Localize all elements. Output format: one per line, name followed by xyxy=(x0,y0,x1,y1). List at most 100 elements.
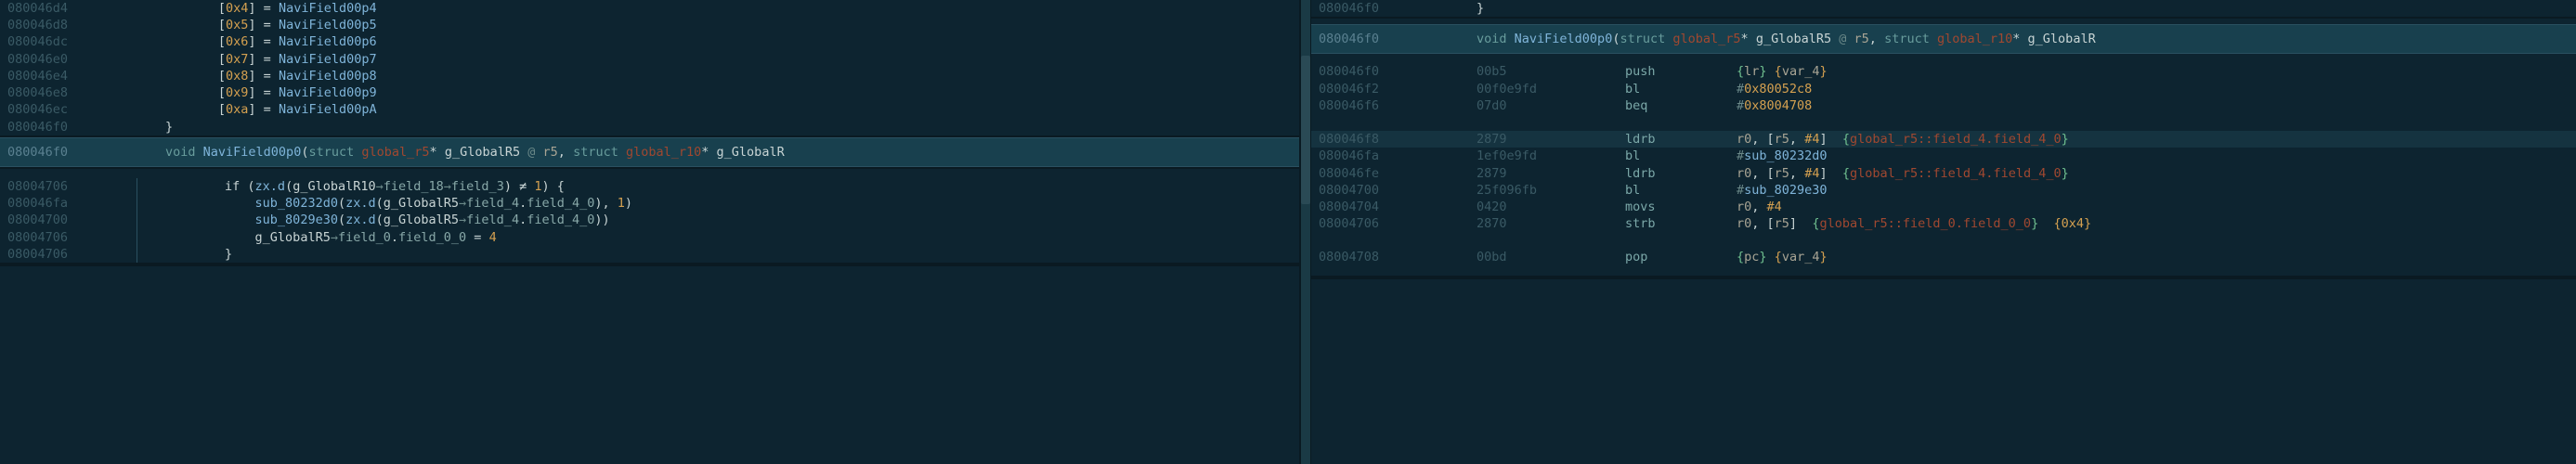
code-token: 1 xyxy=(618,195,625,212)
disasm-line[interactable]: 080047040420movsr0, #4 xyxy=(1311,199,2576,215)
code-line[interactable]: 080046dc [0x6] = NaviField00p6 xyxy=(0,33,1299,50)
param-name[interactable]: g_GlobalR5 xyxy=(1756,31,1831,47)
disasm-line[interactable]: 0800470800bdpop{pc} {var_4} xyxy=(1311,249,2576,265)
operand-token: . xyxy=(1956,215,1963,232)
operand-token xyxy=(2038,215,2053,232)
param-name[interactable]: g_GlobalR5 xyxy=(445,144,520,161)
mnemonic: pop xyxy=(1625,249,1737,265)
address: 080046fe xyxy=(1319,165,1449,182)
instruction-bytes: 2879 xyxy=(1477,131,1625,148)
symbol-ref[interactable]: NaviField00p8 xyxy=(279,68,377,84)
vertical-scrollbar[interactable] xyxy=(1300,0,1311,464)
mnemonic: bl xyxy=(1625,148,1737,164)
code-line[interactable]: 080046f0 } xyxy=(1311,0,2576,17)
code-token: → xyxy=(376,178,384,195)
function-name[interactable]: NaviField00p0 xyxy=(203,144,302,161)
code-line[interactable]: 080046ec [0xa] = NaviField00pA xyxy=(0,101,1299,118)
disasm-line[interactable]: 080046f82879ldrbr0, [r5, #4] {global_r5:… xyxy=(1311,131,2576,148)
operand-token: # xyxy=(1737,81,1744,97)
operand-token: , [ xyxy=(1751,165,1774,182)
address: 080046d8 xyxy=(7,17,137,33)
instruction-bytes: 2870 xyxy=(1477,215,1625,232)
code-token: ( xyxy=(338,212,345,228)
address: 08004700 xyxy=(7,212,137,228)
code-token: 4 xyxy=(489,229,497,246)
code-line[interactable]: 08004706 if (zx.d(g_GlobalR10→field_18→f… xyxy=(0,169,1299,195)
array-index: 0x7 xyxy=(226,51,248,68)
operand-token: field_0_0 xyxy=(1963,215,2031,232)
address: 080046dc xyxy=(7,33,137,50)
disasm-line[interactable]: 080046f200f0e9fdbl#0x80052c8 xyxy=(1311,81,2576,97)
operand-token: , [ xyxy=(1751,131,1774,148)
disasm-line[interactable]: 080046fa1ef0e9fdbl#sub_80232d0 xyxy=(1311,148,2576,164)
disasm-line[interactable]: 080047062870strbr0, [r5] {global_r5::fie… xyxy=(1311,215,2576,232)
code-token: ( xyxy=(376,195,384,212)
decompiler-panel[interactable]: 080046d4 [0x4] = NaviField00p4080046d8 [… xyxy=(0,0,1300,464)
function-name[interactable]: NaviField00p0 xyxy=(1515,31,1613,47)
symbol-ref[interactable]: NaviField00pA xyxy=(279,101,377,118)
type-global-r10[interactable]: global_r10 xyxy=(1937,31,2012,47)
operand-token: } xyxy=(1759,63,1774,80)
symbol-ref[interactable]: NaviField00p9 xyxy=(279,84,377,101)
function-signature[interactable]: 080046f0 void NaviField00p0 ( struct glo… xyxy=(1311,24,2576,54)
scrollbar-thumb[interactable] xyxy=(1301,56,1310,204)
disasm-line[interactable]: 080046f607d0beq#0x8004708 xyxy=(1311,97,2576,114)
code-line[interactable]: 080046e8 [0x9] = NaviField00p9 xyxy=(0,84,1299,101)
address: 080046f0 xyxy=(1319,0,1449,17)
code-line[interactable]: 080046f0} xyxy=(0,119,1299,135)
operand-token: . xyxy=(1985,165,1993,182)
function-signature[interactable]: 080046f0 void NaviField00p0 ( struct glo… xyxy=(0,137,1299,167)
mnemonic: movs xyxy=(1625,199,1737,215)
code-line[interactable]: 08004706 } xyxy=(0,246,1299,263)
operand-token: field_4_0 xyxy=(1993,131,2061,148)
code-token: ) ≠ xyxy=(504,178,535,195)
symbol-ref[interactable]: NaviField00p4 xyxy=(279,0,377,17)
code-line[interactable]: 08004706 g_GlobalR5→field_0.field_0_0 = … xyxy=(0,229,1299,246)
address: 080046f2 xyxy=(1319,81,1449,97)
mnemonic: strb xyxy=(1625,215,1737,232)
operand-token: { xyxy=(1775,63,1782,80)
operand-token: # xyxy=(1737,148,1744,164)
operand-token: #4 xyxy=(1804,165,1819,182)
type-global-r5[interactable]: global_r5 xyxy=(361,144,429,161)
code-line[interactable]: 08004700 sub_8029e30(zx.d(g_GlobalR5→fie… xyxy=(0,212,1299,228)
operand-token: pc xyxy=(1744,249,1759,265)
code-token: 1 xyxy=(534,178,541,195)
address: 080046d4 xyxy=(7,0,137,17)
operand-token: r0 xyxy=(1737,215,1751,232)
array-index: 0x4 xyxy=(226,0,248,17)
type-global-r10[interactable]: global_r10 xyxy=(626,144,701,161)
code-token: field_4_0 xyxy=(527,212,594,228)
symbol-ref[interactable]: NaviField00p6 xyxy=(279,33,377,50)
code-token: field_0_0 xyxy=(398,229,466,246)
code-line[interactable]: 080046fa sub_80232d0(zx.d(g_GlobalR5→fie… xyxy=(0,195,1299,212)
code-line[interactable]: 080046d4 [0x4] = NaviField00p4 xyxy=(0,0,1299,17)
instruction-bytes: 2879 xyxy=(1477,165,1625,182)
close-brace: } xyxy=(1477,0,1484,17)
symbol-ref[interactable]: NaviField00p5 xyxy=(279,17,377,33)
operand-token: { xyxy=(2053,215,2061,232)
blank-line xyxy=(1311,232,2576,249)
disassembly-panel[interactable]: 080046f0 } 080046f0 void NaviField00p0 (… xyxy=(1311,0,2576,464)
operand-token: } xyxy=(1819,249,1827,265)
code-line[interactable]: 080046e0 [0x7] = NaviField00p7 xyxy=(0,51,1299,68)
code-line[interactable]: 080046d8 [0x5] = NaviField00p5 xyxy=(0,17,1299,33)
param-name[interactable]: g_GlobalR xyxy=(2028,31,2096,47)
symbol-ref[interactable]: NaviField00p7 xyxy=(279,51,377,68)
address: 080046f0 xyxy=(1319,63,1449,80)
code-token: zx.d xyxy=(255,178,286,195)
type-global-r5[interactable]: global_r5 xyxy=(1672,31,1740,47)
code-line[interactable]: 080046e4 [0x8] = NaviField00p8 xyxy=(0,68,1299,84)
disasm-line[interactable]: 080046fe2879ldrbr0, [r5, #4] {global_r5:… xyxy=(1311,165,2576,182)
disasm-line[interactable]: 080046f000b5push{lr} {var_4} xyxy=(1311,63,2576,80)
operand-token: } xyxy=(1819,63,1827,80)
divider xyxy=(1311,276,2576,279)
code-token: sub_80232d0 xyxy=(255,195,338,212)
code-token: ), xyxy=(594,195,617,212)
operand-token: { xyxy=(1842,165,1850,182)
disasm-line[interactable]: 0800470025f096fbbl#sub_8029e30 xyxy=(1311,182,2576,199)
operand-token: , xyxy=(1751,199,1766,215)
code-token: → xyxy=(331,229,338,246)
param-name[interactable]: g_GlobalR xyxy=(717,144,785,161)
operand-token: r0 xyxy=(1737,165,1751,182)
